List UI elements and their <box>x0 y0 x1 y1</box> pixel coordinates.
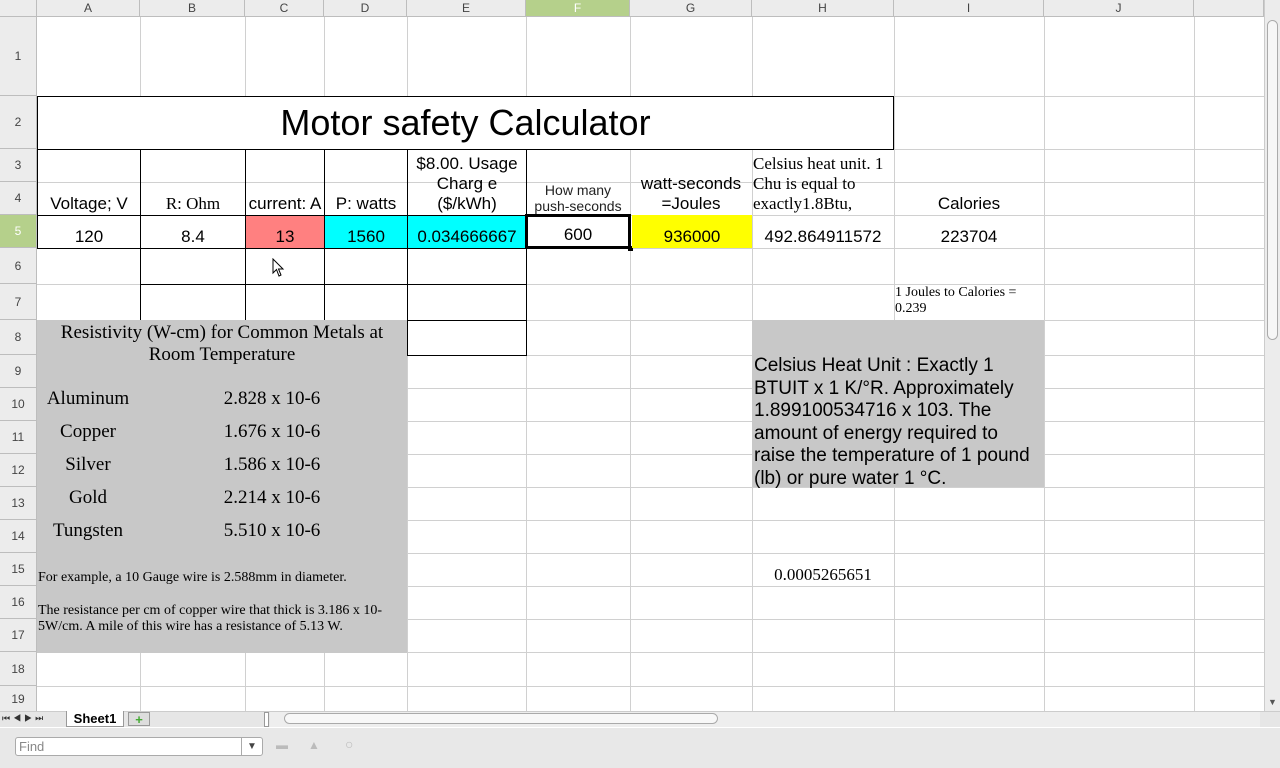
vertical-scroll-thumb[interactable] <box>1267 20 1278 340</box>
title-text: Motor safety Calculator <box>280 102 651 143</box>
header-push-seconds[interactable]: How many push-seconds <box>526 149 630 215</box>
column-header-d[interactable]: D <box>324 0 407 17</box>
chu-note: Celsius Heat Unit : Exactly 1 BTUIT x 1 … <box>754 355 1030 489</box>
value-push-seconds-selected[interactable]: 600 <box>525 214 631 249</box>
cell-e6[interactable] <box>407 248 527 285</box>
horizontal-scroll-thumb[interactable] <box>284 713 718 724</box>
column-header-b[interactable]: B <box>140 0 245 17</box>
row-header-6[interactable]: 6 <box>0 248 37 284</box>
gridline-horizontal <box>37 686 1264 687</box>
scroll-down-icon[interactable]: ▼ <box>1268 697 1277 707</box>
metal-name: Aluminum <box>46 388 130 409</box>
chu-note-block[interactable]: Celsius Heat Unit : Exactly 1 BTUIT x 1 … <box>752 320 1044 489</box>
find-previous-icon[interactable]: ▲ <box>308 738 320 752</box>
value-current[interactable]: 13 <box>245 215 325 249</box>
column-header-g[interactable]: G <box>630 0 752 17</box>
resistivity-title: Resistivity (W-cm) for Common Metals at … <box>60 322 384 365</box>
value-resistance[interactable]: 8.4 <box>140 215 246 249</box>
find-input[interactable]: Find ▼ <box>15 737 263 756</box>
gridline-vertical <box>1194 17 1195 712</box>
row-header-12[interactable]: 12 <box>0 454 37 487</box>
metal-resistivity: 2.828 x 10-6 <box>223 388 321 409</box>
gridline-vertical <box>1044 17 1045 712</box>
row-header-18[interactable]: 18 <box>0 652 37 686</box>
column-header-c[interactable]: C <box>245 0 324 17</box>
value-voltage[interactable]: 120 <box>37 215 141 249</box>
metal-name: Silver <box>65 454 111 475</box>
metal-name: Tungsten <box>52 520 124 541</box>
row-header-8[interactable]: 8 <box>0 320 37 355</box>
header-joules[interactable]: watt-seconds =Joules <box>630 149 752 215</box>
row-header-17[interactable]: 17 <box>0 619 37 652</box>
value-joules[interactable]: 936000 <box>632 215 752 248</box>
mouse-cursor-icon <box>272 258 285 277</box>
resistivity-note: The resistance per cm of copper wire tha… <box>38 603 383 634</box>
metal-resistivity: 1.586 x 10-6 <box>223 454 321 475</box>
find-dropdown-icon[interactable]: ▼ <box>241 738 262 755</box>
row-header-1[interactable]: 1 <box>0 17 37 96</box>
cell-d7[interactable] <box>324 284 408 321</box>
header-charge[interactable]: $8.00. Usage Charg e ($/kWh) <box>407 149 527 216</box>
metal-resistivity: 5.510 x 10-6 <box>223 520 321 541</box>
metal-resistivity: 1.676 x 10-6 <box>223 421 321 442</box>
resistivity-example: For example, a 10 Gauge wire is 2.588mm … <box>38 570 347 585</box>
row-header-11[interactable]: 11 <box>0 421 37 454</box>
row-header-4[interactable]: 4 <box>0 182 37 215</box>
value-power[interactable]: 1560 <box>324 215 408 249</box>
row-header-2[interactable]: 2 <box>0 96 37 149</box>
sheet-tab-bar: ⏮◀▶⏭ Sheet1 + <box>0 711 1280 727</box>
column-header-e[interactable]: E <box>407 0 526 17</box>
find-next-icon[interactable]: ▬ <box>276 738 288 752</box>
row-header-16[interactable]: 16 <box>0 586 37 619</box>
header-resistance[interactable]: R: Ohm <box>140 149 246 216</box>
row-header-10[interactable]: 10 <box>0 388 37 421</box>
row-header-13[interactable]: 13 <box>0 487 37 520</box>
column-header-j[interactable]: J <box>1044 0 1194 17</box>
cell-b6[interactable] <box>140 248 246 285</box>
vertical-scrollbar[interactable]: ▼ <box>1264 0 1280 712</box>
cell-b7[interactable] <box>140 284 246 321</box>
header-chu[interactable]: Celsius heat unit. 1 Chu is equal to exa… <box>752 149 894 215</box>
metal-resistivity: 2.214 x 10-6 <box>223 487 321 508</box>
cell-d6[interactable] <box>324 248 408 285</box>
sheet-nav-buttons[interactable]: ⏮◀▶⏭ <box>2 713 46 724</box>
row-header-19[interactable]: 19 <box>0 686 37 712</box>
header-power[interactable]: P: watts <box>324 149 408 216</box>
header-voltage[interactable]: Voltage; V <box>37 149 141 216</box>
find-toolbar: Find ▼ ▬ ▲ ○ <box>0 728 1280 768</box>
column-header-f[interactable]: F <box>526 0 630 17</box>
row-header-7[interactable]: 7 <box>0 284 37 320</box>
value-chu[interactable]: 492.864911572 <box>752 215 894 248</box>
resistivity-block[interactable]: Resistivity (W-cm) for Common Metals at … <box>37 320 407 653</box>
metal-name: Copper <box>60 421 116 442</box>
row-header-9[interactable]: 9 <box>0 355 37 388</box>
value-calories[interactable]: 223704 <box>894 215 1044 248</box>
title-cell[interactable]: Motor safety Calculator <box>37 96 894 150</box>
column-header-i[interactable]: I <box>894 0 1044 17</box>
column-header-a[interactable]: A <box>37 0 140 17</box>
cell-e8[interactable] <box>407 320 527 356</box>
column-header-h[interactable]: H <box>752 0 894 17</box>
tab-split-handle[interactable] <box>264 712 269 727</box>
value-charge[interactable]: 0.034666667 <box>407 215 527 249</box>
joules-note[interactable]: 1 Joules to Calories = 0.239 <box>895 285 1043 317</box>
row-header-15[interactable]: 15 <box>0 553 37 586</box>
horizontal-scrollbar[interactable] <box>270 712 1260 727</box>
tab-sheet1[interactable]: Sheet1 <box>66 711 124 727</box>
find-placeholder: Find <box>19 739 45 754</box>
row-header-5[interactable]: 5 <box>0 215 37 248</box>
search-icon[interactable]: ○ <box>345 736 353 752</box>
cell-h15[interactable]: 0.0005265651 <box>752 553 894 586</box>
cell-e7[interactable] <box>407 284 527 321</box>
metal-name: Gold <box>69 487 107 508</box>
header-current[interactable]: current: A <box>245 149 325 216</box>
cell-c7[interactable] <box>245 284 325 321</box>
row-header-14[interactable]: 14 <box>0 520 37 553</box>
column-header-k[interactable] <box>1194 0 1264 17</box>
select-all-corner[interactable] <box>0 0 37 17</box>
header-calories[interactable]: Calories <box>894 149 1044 215</box>
row-header-3[interactable]: 3 <box>0 149 37 182</box>
add-sheet-icon[interactable]: + <box>128 712 150 727</box>
